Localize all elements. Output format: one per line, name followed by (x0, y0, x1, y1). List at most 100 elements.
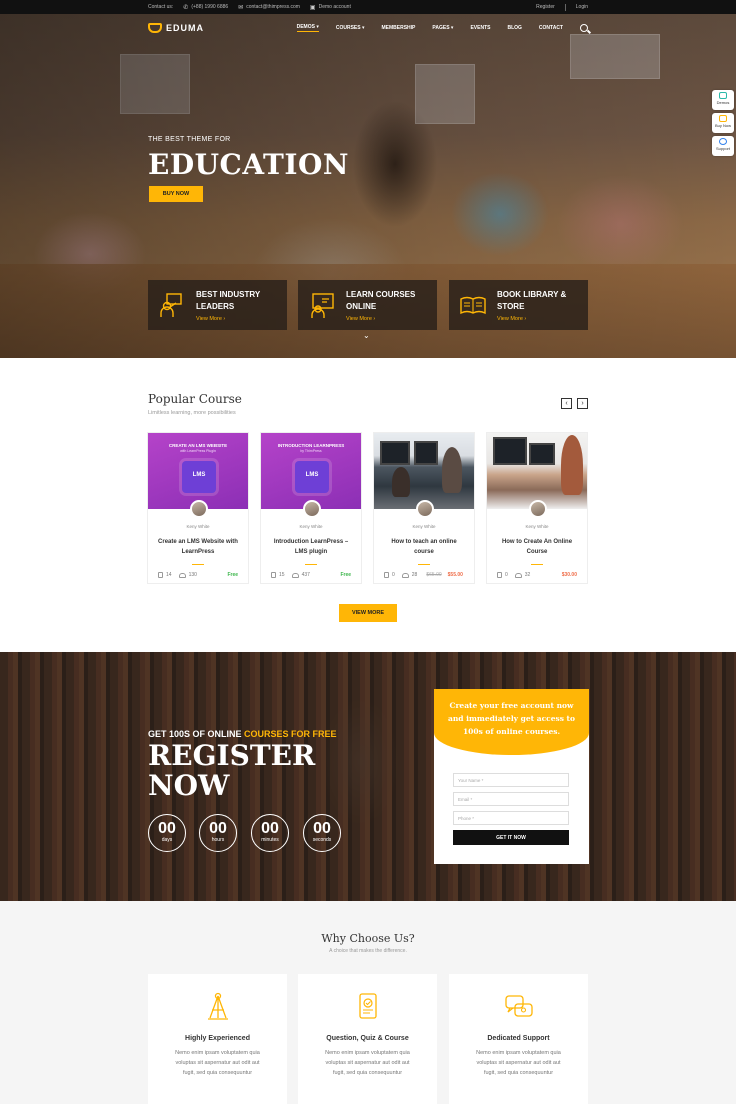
scroll-down-icon[interactable]: ⌄ (363, 331, 370, 340)
search-icon[interactable] (580, 24, 588, 32)
email-link[interactable]: contact@thimpress.com (246, 4, 300, 10)
why-card-description: Nemo enim ipsam voluptatem quia voluptas … (325, 1050, 410, 1076)
why-card-title: Question, Quiz & Course (326, 1035, 409, 1042)
course-title[interactable]: Create an LMS Website with LearnPress (148, 537, 248, 559)
course-card[interactable]: INTRODUCTION LEARNPRESS by ThimPress LMS… (260, 432, 362, 584)
login-link[interactable]: Login (576, 4, 588, 10)
course-teacher[interactable]: Keny White (148, 524, 248, 529)
logo-text: EDUMA (166, 23, 204, 33)
course-title[interactable]: How to teach an online course (374, 537, 474, 559)
monitor-shape (380, 441, 410, 465)
name-field[interactable]: Your Name * (453, 773, 569, 787)
side-widget-support[interactable]: Support (712, 136, 734, 156)
course-title[interactable]: How to Create An Online Course (487, 537, 587, 559)
register-link[interactable]: Register (536, 4, 555, 10)
countdown-minutes: 00 minutes (251, 814, 289, 852)
student-count: 32 (524, 572, 531, 578)
course-price: Free (227, 572, 238, 578)
lessons-icon (271, 572, 276, 578)
countdown-hours: 00 hours (199, 814, 237, 852)
avatar (190, 500, 208, 518)
nav-item-membership[interactable]: MEMBERSHIP (382, 25, 416, 31)
register-subtitle: GET 100S OF ONLINE COURSES FOR FREE (148, 729, 337, 739)
students-icon (514, 572, 522, 578)
get-it-now-button[interactable]: GET IT NOW (453, 830, 569, 845)
phone-field[interactable]: Phone * (453, 811, 569, 825)
feature-box-leaders[interactable]: BEST INDUSTRY LEADERS View More › (148, 280, 287, 330)
side-widget-demos[interactable]: Demos (712, 90, 734, 110)
presentation-icon (308, 291, 336, 319)
why-card-title: Highly Experienced (185, 1035, 250, 1042)
course-price: Free (340, 572, 351, 578)
countdown-days: 00 days (148, 814, 186, 852)
carousel-prev-button[interactable]: ‹ (561, 398, 572, 409)
why-card-description: Nemo enim ipsam voluptatem quia voluptas … (476, 1050, 561, 1076)
user-icon: ▣ (309, 4, 316, 11)
logo[interactable]: EDUMA (148, 23, 204, 33)
register-overlay (0, 652, 736, 901)
lesson-count: 0 (392, 572, 395, 578)
register-form: Create your free account now and immediat… (434, 689, 589, 864)
course-price: $55.00 (447, 572, 463, 578)
nav-item-blog[interactable]: BLOG (507, 25, 521, 31)
course-thumbnail[interactable]: CREATE AN LMS WEBSITE with LearnPress Pl… (148, 433, 248, 509)
view-more-link[interactable]: View More › (497, 316, 566, 322)
cart-icon (719, 115, 727, 122)
side-widget-buy-now[interactable]: Buy Now (712, 113, 734, 133)
course-card[interactable]: Keny White How to teach an online course … (373, 432, 475, 584)
experience-icon (203, 992, 233, 1022)
feature-title: BEST INDUSTRY (196, 289, 261, 299)
person-shape (561, 435, 583, 495)
nav-item-courses[interactable]: COURSES ▾ (336, 25, 365, 31)
hero-subtitle: THE BEST THEME FOR (148, 136, 231, 143)
quiz-icon (353, 992, 383, 1022)
mail-icon: ✉ (238, 4, 244, 11)
view-more-link[interactable]: View More › (196, 316, 260, 322)
course-title[interactable]: Introduction LearnPress – LMS plugin (261, 537, 361, 559)
lms-illustration: LMS (182, 461, 216, 493)
view-more-link[interactable]: View More › (346, 316, 415, 322)
lessons-icon (158, 572, 163, 578)
course-thumbnail[interactable]: INTRODUCTION LEARNPRESS by ThimPress LMS (261, 433, 361, 509)
monitor-shape (414, 441, 438, 465)
course-teacher[interactable]: Keny White (374, 524, 474, 529)
course-teacher[interactable]: Keny White (261, 524, 361, 529)
nav-item-events[interactable]: EVENTS (470, 25, 490, 31)
register-section (0, 652, 736, 901)
course-thumbnail[interactable] (487, 433, 587, 509)
course-old-price: $65.00 (426, 572, 442, 578)
support-icon (719, 138, 727, 145)
divider (418, 564, 430, 565)
phone-link[interactable]: (+88) 1990 6886 (191, 4, 228, 10)
feature-box-courses[interactable]: LEARN COURSES ONLINE View More › (298, 280, 437, 330)
students-icon (178, 572, 186, 578)
students-icon (291, 572, 299, 578)
course-card[interactable]: CREATE AN LMS WEBSITE with LearnPress Pl… (147, 432, 249, 584)
demo-account-link[interactable]: Demo account (319, 4, 351, 10)
course-teacher[interactable]: Keny White (487, 524, 587, 529)
person-shape (442, 447, 462, 493)
top-bar: Contact us: ✆ (+88) 1990 6886 ✉ contact@th… (0, 0, 736, 14)
lms-illustration: LMS (295, 461, 329, 493)
course-thumbnail[interactable] (374, 433, 474, 509)
students-icon (401, 572, 409, 578)
view-more-button[interactable]: VIEW MORE (339, 604, 397, 622)
course-price: $30.00 (561, 572, 577, 578)
feature-title: LEARN COURSES (346, 289, 416, 299)
email-field[interactable]: Email * (453, 792, 569, 806)
avatar (303, 500, 321, 518)
phone-icon: ✆ (183, 4, 189, 11)
carousel-next-button[interactable]: › (577, 398, 588, 409)
feature-box-library[interactable]: BOOK LIBRARY & STORE View More › (449, 280, 588, 330)
monitor-shape (493, 437, 527, 465)
lessons-icon (384, 572, 389, 578)
divider (564, 3, 566, 11)
nav-item-demos[interactable]: DEMOS ▾ (296, 24, 319, 32)
lessons-icon (497, 572, 502, 578)
countdown-seconds: 00 seconds (303, 814, 341, 852)
nav-item-contact[interactable]: CONTACT (539, 25, 563, 31)
nav-item-pages[interactable]: PAGES ▾ (432, 25, 453, 31)
course-card[interactable]: Keny White How to Create An Online Course… (486, 432, 588, 584)
contact-label: Contact us: (148, 4, 174, 10)
buy-now-button[interactable]: BUY NOW (149, 186, 203, 202)
